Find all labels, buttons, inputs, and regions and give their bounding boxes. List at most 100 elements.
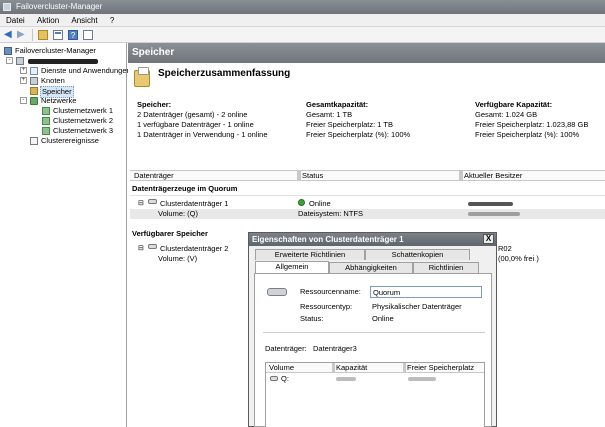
- menu-ansicht[interactable]: Ansicht: [65, 14, 101, 27]
- services-icon: [30, 67, 38, 75]
- filesystem-label: Dateisystem: NTFS: [298, 209, 364, 218]
- column-datentraeger[interactable]: Datenträger: [130, 171, 174, 181]
- tab-allgemein[interactable]: Allgemein: [255, 261, 329, 273]
- networks-icon: [30, 97, 38, 105]
- disk-name: Clusterdatenträger 2: [160, 244, 229, 253]
- status-value: Online: [372, 314, 394, 323]
- disk-row-1-volume[interactable]: Volume: (Q) Dateisystem: NTFS: [130, 209, 605, 219]
- cluster-manager-app-icon: [3, 3, 11, 11]
- gesamt-heading: Gesamtkapazität:: [306, 100, 369, 109]
- summary-line: Freier Speicherplatz (%): 100%: [306, 130, 411, 139]
- dialog-title: Eigenschaften von Clusterdatenträger 1: [252, 235, 404, 244]
- redacted-owner: [468, 202, 513, 206]
- column-freier-speicherplatz[interactable]: Freier Speicherplatz: [404, 363, 474, 373]
- tree-item-label: Clusternetzwerk 3: [53, 126, 114, 135]
- group-divider: [130, 195, 605, 196]
- tab-richtlinien[interactable]: Richtlinien: [413, 262, 479, 273]
- show-console-tree-icon[interactable]: [53, 30, 63, 40]
- owner-partial: R02: [498, 244, 512, 253]
- online-status-icon: [298, 199, 305, 206]
- volume-icon: [270, 376, 278, 381]
- up-folder-icon[interactable]: [38, 30, 48, 40]
- column-volume[interactable]: Volume: [266, 363, 294, 373]
- close-icon[interactable]: X: [483, 234, 494, 244]
- network-icon: [42, 117, 50, 125]
- menu-bar: Datei Aktion Ansicht ?: [0, 14, 605, 27]
- tree-item-label: Clusternetzwerk 2: [53, 116, 114, 125]
- tree-cluster-node[interactable]: -: [4, 56, 124, 66]
- tree-item-label: Knoten: [41, 76, 65, 85]
- tree-item-label: Clusterereignisse: [41, 136, 99, 145]
- back-arrow-icon[interactable]: ◀: [4, 30, 14, 40]
- summary-line: Gesamt: 1 TB: [306, 110, 353, 119]
- cluster-events-icon: [30, 137, 38, 145]
- disk-name: Clusterdatenträger 1: [160, 199, 229, 208]
- tab-schattenkopien[interactable]: Schattenkopien: [365, 249, 470, 260]
- summary-line: Freier Speicherplatz: 1.023,88 GB: [475, 120, 589, 129]
- collapse-toggle-icon[interactable]: ⊟: [138, 199, 144, 209]
- group-available: Verfügbarer Speicher: [132, 229, 208, 238]
- failover-cluster-icon: [4, 47, 12, 55]
- verfuegbar-summary: Verfügbare Kapazität: Gesamt: 1.024 GB F…: [475, 100, 588, 140]
- redacted-capacity: [336, 377, 356, 381]
- tab-abhaengigkeiten[interactable]: Abhängigkeiten: [329, 262, 413, 273]
- collapse-toggle-icon[interactable]: -: [20, 97, 27, 104]
- toolbar-separator: [32, 29, 33, 41]
- volume-table: Volume Kapazität Freier Speicherplatz Q:: [265, 362, 485, 427]
- console-tree: Failovercluster-Manager - + Dienste und …: [0, 43, 131, 427]
- tree-item-label: Netzwerke: [41, 96, 77, 105]
- action-pane-icon[interactable]: [83, 30, 93, 40]
- speicher-heading: Speicher:: [137, 100, 172, 109]
- column-kapazitaet[interactable]: Kapazität: [333, 363, 367, 373]
- free-space-partial: (00,0% frei ): [498, 254, 539, 263]
- summary-line: 1 verfügbare Datenträger - 1 online: [137, 120, 254, 129]
- redacted-owner-detail: [468, 212, 520, 216]
- help-icon[interactable]: ?: [68, 30, 78, 40]
- disk-status: Online: [309, 199, 331, 208]
- storage-grid-header: Datenträger Status Aktueller Besitzer: [130, 170, 605, 181]
- resource-type-label: Ressourcentyp:: [300, 302, 353, 311]
- properties-dialog: Eigenschaften von Clusterdatenträger 1 X…: [248, 232, 497, 427]
- column-besitzer[interactable]: Aktueller Besitzer: [460, 171, 522, 181]
- dialog-title-bar[interactable]: Eigenschaften von Clusterdatenträger 1 X: [249, 233, 496, 246]
- expand-toggle-icon[interactable]: +: [20, 77, 27, 84]
- menu-datei[interactable]: Datei: [0, 14, 29, 27]
- menu-aktion[interactable]: Aktion: [31, 14, 63, 27]
- physical-disk-icon: [267, 288, 287, 296]
- collapse-toggle-icon[interactable]: -: [6, 57, 13, 64]
- disk-row-1[interactable]: ⊟ Clusterdatenträger 1 Online: [130, 199, 605, 209]
- toolbar: ◀ ▶ ?: [0, 27, 605, 43]
- volume-label: Volume: (V): [158, 254, 198, 263]
- redacted-free-space: [408, 377, 436, 381]
- divider: [263, 332, 485, 333]
- resource-name-input[interactable]: [370, 286, 482, 298]
- speicher-summary: Speicher: 2 Datenträger (gesamt) - 2 onl…: [137, 100, 268, 140]
- tab-erweiterte-richtlinien[interactable]: Erweiterte Richtlinien: [255, 249, 365, 260]
- disk-value: Datenträger3: [313, 344, 357, 353]
- resource-name-label: Ressourcenname:: [300, 287, 361, 296]
- nodes-icon: [30, 77, 38, 85]
- group-quorum: Datenträgerzeuge im Quorum: [132, 184, 238, 193]
- volume-row[interactable]: Q:: [266, 374, 484, 384]
- verfuegbar-heading: Verfügbare Kapazität:: [475, 100, 553, 109]
- tab-panel-allgemein: Ressourcenname: Ressourcentyp: Physikali…: [254, 273, 492, 427]
- summary-line: Freier Speicherplatz: 1 TB: [306, 120, 393, 129]
- menu-help[interactable]: ?: [104, 14, 118, 27]
- forward-arrow-icon[interactable]: ▶: [17, 30, 27, 40]
- volume-table-header: Volume Kapazität Freier Speicherplatz: [266, 363, 484, 373]
- tree-item-label: Dienste und Anwendungen: [41, 66, 131, 75]
- network-icon: [42, 107, 50, 115]
- status-label: Status:: [300, 314, 324, 323]
- summary-line: 1 Datenträger in Verwendung - 1 online: [137, 130, 268, 139]
- window-title-bar: Failovercluster-Manager: [0, 0, 605, 14]
- collapse-toggle-icon[interactable]: ⊟: [138, 244, 144, 254]
- window-title: Failovercluster-Manager: [16, 2, 103, 11]
- tree-root-label: Failovercluster-Manager: [15, 46, 96, 55]
- storage-summary-icon: [134, 67, 150, 87]
- storage-icon: [30, 87, 38, 95]
- summary-line: Gesamt: 1.024 GB: [475, 110, 538, 119]
- volume-letter: Q:: [281, 374, 289, 383]
- expand-toggle-icon[interactable]: +: [20, 67, 27, 74]
- column-status[interactable]: Status: [298, 171, 323, 181]
- redacted-cluster-name: [28, 59, 98, 64]
